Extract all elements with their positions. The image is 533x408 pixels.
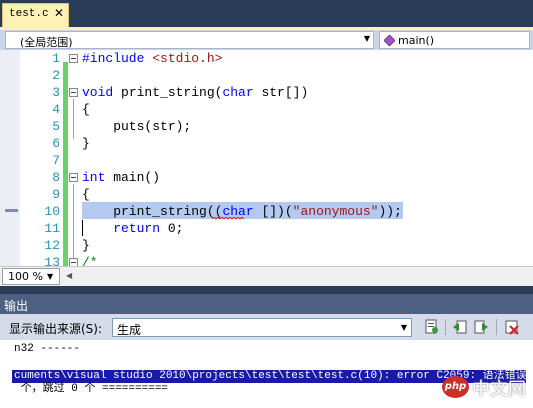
line-number: 8: [52, 170, 60, 185]
scroll-left-icon[interactable]: ◀: [66, 271, 72, 280]
code-token: <stdio.h>: [152, 51, 223, 66]
code-line: puts(str);: [82, 119, 192, 134]
chevron-down-icon[interactable]: ▼: [401, 323, 407, 332]
line-number: 6: [52, 136, 60, 151]
code-line: }: [82, 136, 90, 151]
output-source-label: 显示输出来源(S):: [9, 322, 103, 336]
collapse-icon[interactable]: [69, 173, 78, 182]
next-message-icon[interactable]: [473, 319, 489, 335]
tab-title: test.c: [9, 8, 49, 20]
editor-zoom-bar: 100 % ▼ ◀: [0, 266, 533, 286]
output-line: 个，跳过 0 个 ==========: [14, 383, 169, 395]
code-token: return: [113, 221, 161, 236]
output-source-value: 生成: [117, 323, 142, 337]
go-to-location-icon[interactable]: [424, 319, 440, 335]
line-number: 7: [52, 153, 60, 168]
indicator-margin[interactable]: [0, 50, 20, 266]
scope-value: (全局范围): [20, 36, 73, 49]
toolbar-separator: [496, 319, 497, 335]
close-icon[interactable]: ✕: [54, 6, 64, 20]
output-toolbar: 显示输出来源(S): 生成 ▼: [0, 314, 533, 340]
line-number: 10: [44, 204, 60, 219]
outline-guide: [73, 184, 74, 258]
line-number: 9: [52, 187, 60, 202]
tab-test-c[interactable]: test.c ✕: [2, 3, 69, 27]
collapse-icon[interactable]: [69, 88, 78, 97]
output-line: n32 ------: [14, 343, 81, 355]
line-number: 12: [44, 238, 60, 253]
navigation-bar: (全局范围) ▼ main(): [0, 30, 533, 50]
toolbar-separator: [445, 319, 446, 335]
previous-message-icon[interactable]: [452, 319, 468, 335]
line-number: 11: [44, 221, 60, 236]
error-squiggle: [212, 217, 244, 220]
output-source-dropdown[interactable]: 生成 ▼: [112, 318, 412, 337]
line-number: 3: [52, 85, 60, 100]
changed-lines-indicator: [63, 62, 68, 266]
current-statement-marker: [5, 209, 18, 212]
collapse-icon[interactable]: [69, 54, 78, 63]
chevron-down-icon[interactable]: ▼: [47, 272, 53, 281]
zoom-value: 100 %: [8, 270, 43, 283]
code-line: void print_string(char str[]): [82, 85, 309, 100]
code-line: #include <stdio.h>: [82, 50, 222, 67]
code-line: /*: [82, 255, 98, 266]
line-number-gutter: 1 2 3 4 5 6 7 8 9 10 11 12 13: [20, 50, 60, 266]
line-number: 2: [52, 68, 60, 83]
code-line: {: [82, 187, 90, 202]
code-editor[interactable]: 1 2 3 4 5 6 7 8 9 10 11 12 13 #include <…: [0, 50, 533, 266]
code-token: void: [82, 85, 114, 100]
collapse-icon[interactable]: [69, 258, 78, 266]
clear-all-icon[interactable]: [504, 319, 520, 335]
member-dropdown[interactable]: main(): [379, 31, 530, 49]
document-tab-strip: test.c ✕: [0, 0, 533, 27]
code-line: return 0;: [113, 221, 184, 236]
member-value: main(): [398, 34, 435, 47]
panel-splitter[interactable]: [0, 286, 533, 294]
line-number: 4: [52, 102, 60, 117]
method-icon: [384, 35, 395, 46]
zoom-dropdown[interactable]: 100 % ▼: [2, 268, 60, 285]
code-token: #include: [82, 51, 145, 66]
watermark-text: 中文网: [472, 379, 526, 400]
line-number: 1: [52, 51, 60, 66]
code-line: }: [82, 238, 90, 253]
code-line: {: [82, 102, 90, 117]
code-token: int: [82, 170, 106, 185]
output-panel-header: 输出: [0, 294, 533, 314]
code-token: char: [222, 85, 254, 100]
php-logo: php: [442, 376, 469, 398]
line-number: 5: [52, 119, 60, 134]
scope-dropdown[interactable]: (全局范围) ▼: [5, 31, 374, 49]
outline-guide: [73, 99, 74, 139]
output-title: 输出: [4, 299, 29, 313]
code-token: "anonymous": [292, 204, 379, 219]
site-watermark: php 中文网: [442, 374, 530, 404]
line-number: 13: [44, 255, 60, 266]
code-line: int main(): [82, 170, 161, 185]
chevron-down-icon[interactable]: ▼: [364, 34, 370, 43]
